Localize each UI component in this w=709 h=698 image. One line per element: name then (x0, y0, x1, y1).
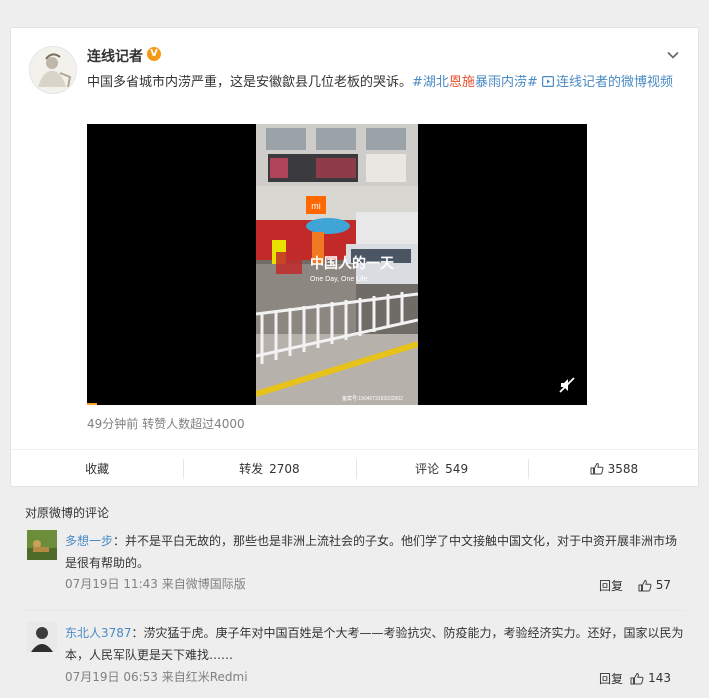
like-count: 3588 (607, 461, 639, 476)
comment-username[interactable]: 东北人3787 (65, 626, 132, 640)
video-icon (541, 76, 554, 88)
post-text: 中国多省城市内涝严重，这是安徽歙县几位老板的哭诉。#湖北恩施暴雨内涝# 连线记者… (87, 72, 677, 94)
thumbs-up-icon (638, 579, 652, 591)
repost-count: 2708 (269, 461, 300, 476)
comment-like-button[interactable]: 143 (630, 671, 671, 685)
comment-like-button[interactable]: 57 (638, 578, 671, 592)
hashtag-part: #湖北 (412, 75, 449, 90)
comment-avatar[interactable] (27, 530, 57, 560)
comment-username[interactable]: 多想一步 (65, 534, 113, 548)
comment-avatar[interactable] (27, 622, 57, 652)
video-watermark: 备案号:1904073193032902 (342, 395, 403, 402)
reply-button[interactable]: 回复 (599, 577, 623, 594)
repost-button[interactable]: 转发 2708 (183, 450, 355, 487)
comment-time: 07月19日 11:43 来自微博国际版 (65, 577, 246, 591)
video-source-link[interactable]: 连线记者的微博视频 (541, 75, 673, 90)
reply-button[interactable]: 回复 (599, 670, 623, 687)
video-source-text: 连线记者的微博视频 (555, 75, 673, 90)
comment-body: 东北人3787：涝灾猛于虎。庚子年对中国百姓是个大考——考验抗灾、防疫能力，考验… (65, 622, 685, 666)
author-avatar[interactable] (29, 46, 77, 94)
weibo-post-card: 连线记者 V 中国多省城市内涝严重，这是安徽歙县几位老板的哭诉。#湖北恩施暴雨内… (10, 27, 700, 487)
comments-section-title: 对原微博的评论 (25, 506, 110, 520)
video-frame: mi 中国人的一天 One Day, One Life 备案号:19040731… (256, 124, 418, 405)
favorite-button[interactable]: 收藏 (11, 450, 183, 487)
repost-label: 转发 (239, 462, 264, 476)
comment-time: 07月19日 06:53 来自红米Redmi (65, 670, 248, 684)
comment-count: 549 (445, 461, 469, 476)
video-overlay-title: 中国人的一天 (310, 255, 395, 272)
mute-icon[interactable] (559, 377, 575, 393)
verified-icon: V (147, 47, 161, 61)
video-overlay-subtitle: One Day, One Life (310, 276, 368, 283)
comment-like-count: 143 (648, 671, 671, 685)
favorite-label: 收藏 (85, 462, 110, 476)
comment-label: 评论 (415, 462, 440, 476)
post-body: 中国多省城市内涝严重，这是安徽歙县几位老板的哭诉。 (87, 75, 413, 90)
action-bar: 收藏 转发 2708 评论 549 3588 (11, 449, 700, 487)
comment-button[interactable]: 评论 549 (355, 450, 528, 487)
video-progress-bar[interactable] (87, 403, 97, 405)
like-button[interactable]: 3588 (527, 450, 700, 487)
comment-body: 多想一步：并不是平白无故的，那些也是非洲上流社会的子女。他们学了中文接触中国文化… (65, 530, 685, 574)
comment-like-count: 57 (655, 578, 671, 592)
thumbs-up-icon (590, 462, 604, 475)
post-meta: 49分钟前 转赞人数超过4000 (87, 417, 245, 431)
chevron-down-icon[interactable] (666, 48, 680, 62)
comment-text: ：涝灾猛于虎。庚子年对中国百姓是个大考——考验抗灾、防疫能力，考验经济实力。还好… (65, 626, 684, 662)
comment-divider (25, 610, 685, 611)
author-name[interactable]: 连线记者 (87, 46, 143, 66)
thumbs-up-icon (630, 672, 644, 684)
hashtag-link[interactable]: #湖北恩施暴雨内涝# (412, 75, 538, 90)
comment-text: ：并不是平白无故的，那些也是非洲上流社会的子女。他们学了中文接触中国文化，对于中… (65, 534, 678, 570)
hashtag-highlight: 恩施 (448, 75, 475, 90)
video-player[interactable]: mi 中国人的一天 One Day, One Life 备案号:19040731… (87, 124, 587, 405)
store-sign: mi (311, 201, 321, 211)
hashtag-part: 暴雨内涝# (474, 75, 538, 90)
